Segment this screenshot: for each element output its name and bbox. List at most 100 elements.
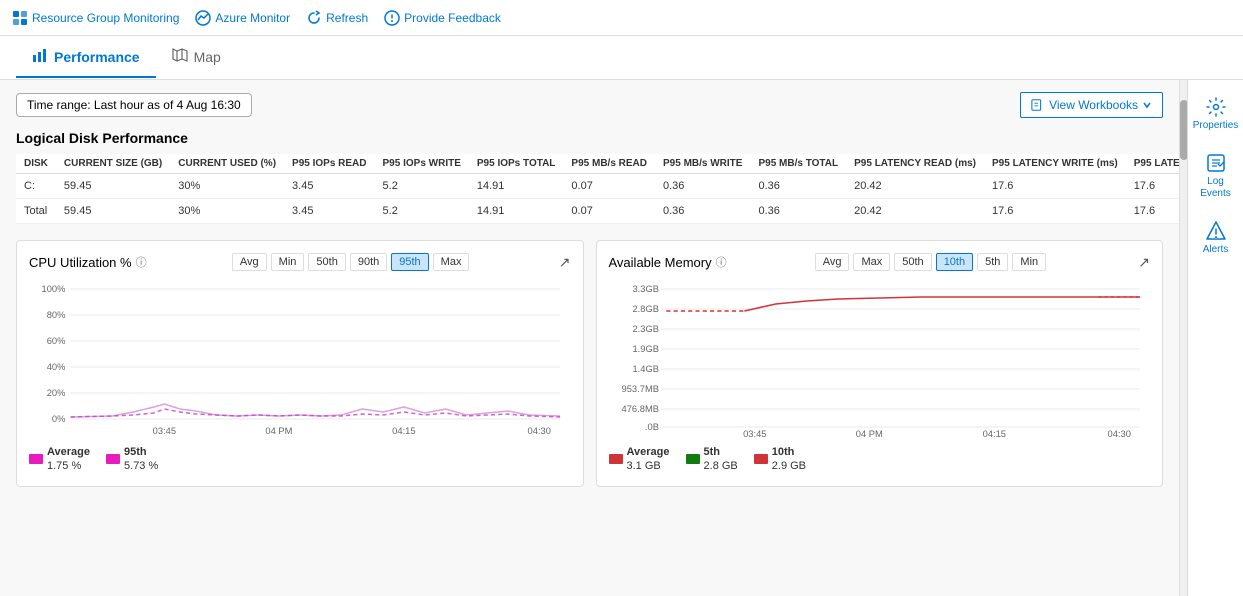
memory-legend-item-2: 10th2.9 GB [754,445,806,474]
svg-text:1.4GB: 1.4GB [632,364,659,374]
azure-monitor-icon [195,10,211,26]
cpu-ctrl-50th[interactable]: 50th [308,253,345,271]
svg-text:476.8MB: 476.8MB [621,404,658,414]
svg-text:1.9GB: 1.9GB [632,344,659,354]
cpu-legend: Average1.75 % 95th5.73 % [29,445,571,474]
sidebar-alerts[interactable]: Alerts [1188,212,1243,264]
logical-disk-section: Logical Disk Performance DISK CURRENT SI… [16,130,1163,224]
memory-chart-title: Available Memory ⓘ [609,254,727,270]
memory-chart-controls: AvgMax50th 10th5thMin [815,253,1046,271]
properties-label: Properties [1193,120,1239,132]
nav-azure-monitor[interactable]: Azure Monitor [195,10,290,26]
svg-text:40%: 40% [47,362,66,372]
svg-text:.0B: .0B [644,422,658,432]
memory-chart-header: Available Memory ⓘ AvgMax50th10th5thMin … [609,253,1151,271]
svg-text:80%: 80% [47,310,66,320]
cpu-legend-item-1: 95th5.73 % [106,445,158,474]
view-workbooks-label: View Workbooks [1049,98,1138,112]
sidebar-properties[interactable]: Properties [1188,88,1243,140]
col-mbs-read: P95 MB/s READ [563,154,655,174]
disk-table: DISK CURRENT SIZE (GB) CURRENT USED (%) … [16,154,1179,224]
tab-map-label: Map [194,49,221,65]
col-lat-total: P95 LATENCY TOTAL (r... [1126,154,1179,174]
svg-text:04 PM: 04 PM [855,429,882,439]
svg-text:2.3GB: 2.3GB [632,324,659,334]
cpu-chart-title: CPU Utilization % ⓘ [29,254,147,270]
col-lat-write: P95 LATENCY WRITE (ms) [984,154,1126,174]
nav-feedback[interactable]: Provide Feedback [384,10,501,26]
table-row: C:59.4530%3.455.214.910.070.360.3620.421… [16,174,1179,199]
svg-text:100%: 100% [42,284,66,294]
cpu-ctrl-90th[interactable]: 90th [350,253,387,271]
workbooks-icon [1031,98,1045,112]
top-nav: Resource Group Monitoring Azure Monitor … [0,0,1243,36]
alerts-icon [1205,220,1227,242]
tab-performance-label: Performance [54,49,140,65]
memory-legend-item-0: Average3.1 GB [609,445,670,474]
cpu-chart-area: 100% 80% 60% 40% 20% 0% 03:45 04 PM 04:1… [29,279,571,439]
alerts-label: Alerts [1203,244,1229,256]
sidebar-log-events[interactable]: Log Events [1188,144,1243,208]
col-used: CURRENT USED (%) [170,154,284,174]
col-iops-write: P95 IOPs WRITE [375,154,469,174]
map-tab-icon [172,47,188,66]
svg-text:04 PM: 04 PM [265,426,292,436]
memory-info-icon: ⓘ [716,254,727,270]
logical-disk-title: Logical Disk Performance [16,130,1163,146]
nav-resource-group[interactable]: Resource Group Monitoring [12,10,179,26]
cpu-chart-svg: 100% 80% 60% 40% 20% 0% 03:45 04 PM 04:1… [29,279,571,439]
memory-ctrl-5th[interactable]: 5th [977,253,1008,271]
svg-text:20%: 20% [47,388,66,398]
cpu-ctrl-max[interactable]: Max [433,253,470,271]
table-row: Total59.4530%3.455.214.910.070.360.3620.… [16,199,1179,224]
feedback-icon [384,10,400,26]
cpu-chart-controls: AvgMin50th 90th95th Max [232,253,470,271]
svg-text:953.7MB: 953.7MB [621,384,658,394]
cpu-legend-item-0: Average1.75 % [29,445,90,474]
cpu-ctrl-95th[interactable]: 95th [391,253,428,271]
time-range-label: Time range: Last hour as of 4 Aug 16:30 [27,98,241,112]
memory-ctrl-50th[interactable]: 50th [894,253,931,271]
time-range-selector[interactable]: Time range: Last hour as of 4 Aug 16:30 [16,93,252,117]
cpu-pin-icon[interactable]: ↗ [559,254,571,271]
chevron-down-icon [1142,100,1152,110]
svg-text:04:30: 04:30 [528,426,551,436]
memory-pin-icon[interactable]: ↗ [1138,254,1150,271]
memory-chart-card: Available Memory ⓘ AvgMax50th10th5thMin … [596,240,1164,487]
svg-text:60%: 60% [47,336,66,346]
col-lat-read: P95 LATENCY READ (ms) [846,154,984,174]
content-area: Time range: Last hour as of 4 Aug 16:30 … [0,80,1179,596]
properties-icon [1205,96,1227,118]
svg-text:04:15: 04:15 [392,426,415,436]
svg-text:03:45: 03:45 [743,429,766,439]
log-events-label: Log Events [1192,176,1239,200]
cpu-ctrl-avg[interactable]: Avg [232,253,267,271]
main-layout: Time range: Last hour as of 4 Aug 16:30 … [0,80,1243,596]
tab-bar: Performance Map [0,36,1243,80]
memory-ctrl-min[interactable]: Min [1012,253,1046,271]
cpu-info-icon: ⓘ [136,254,147,270]
col-mbs-write: P95 MB/s WRITE [655,154,750,174]
memory-ctrl-avg[interactable]: Avg [815,253,850,271]
svg-text:0%: 0% [52,414,66,424]
right-sidebar: Properties Log Events Alerts [1187,80,1243,596]
svg-text:03:45: 03:45 [153,426,176,436]
time-range-bar: Time range: Last hour as of 4 Aug 16:30 … [16,92,1163,118]
refresh-icon [306,10,322,26]
col-iops-total: P95 IOPs TOTAL [469,154,564,174]
memory-ctrl-max[interactable]: Max [853,253,890,271]
scroll-track[interactable] [1179,80,1187,596]
memory-ctrl-10th[interactable]: 10th [936,253,973,271]
view-workbooks-button[interactable]: View Workbooks [1020,92,1163,118]
resource-group-icon [12,10,28,26]
cpu-ctrl-min[interactable]: Min [271,253,305,271]
nav-refresh[interactable]: Refresh [306,10,368,26]
col-iops-read: P95 IOPs READ [284,154,374,174]
cpu-chart-card: CPU Utilization % ⓘ AvgMin50th 90th95th Ma… [16,240,584,487]
log-events-icon [1205,152,1227,174]
nav-azure-monitor-label: Azure Monitor [215,11,290,25]
tab-performance[interactable]: Performance [16,37,156,78]
tab-map[interactable]: Map [156,37,237,78]
col-mbs-total: P95 MB/s TOTAL [750,154,846,174]
svg-text:2.8GB: 2.8GB [632,304,659,314]
